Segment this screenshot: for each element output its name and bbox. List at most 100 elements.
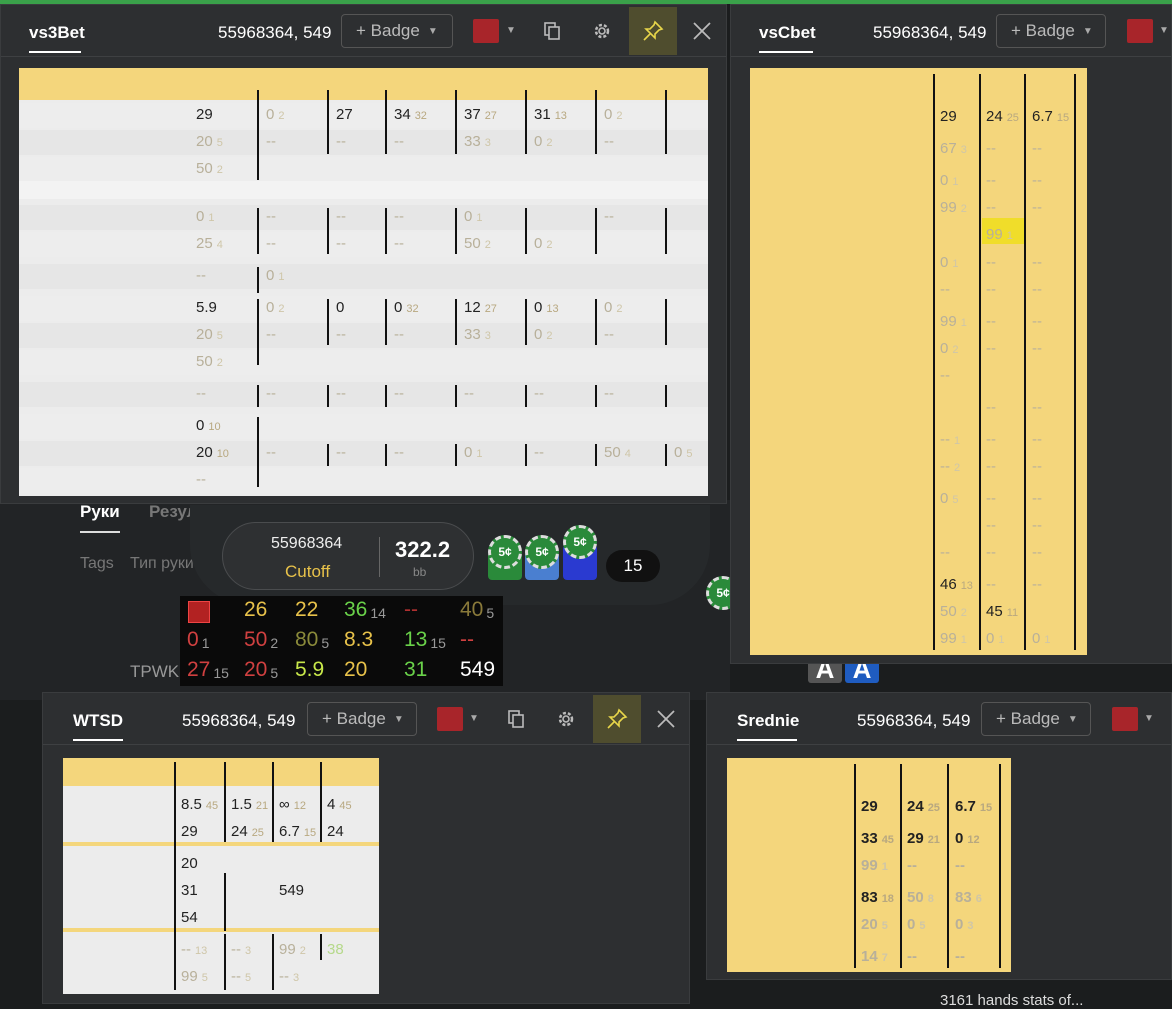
tags-filter[interactable]: Tags <box>80 555 114 573</box>
chevron-down-icon[interactable]: ▼ <box>469 713 479 724</box>
player-seat[interactable]: 55968364 Cutoff 322.2 bb <box>222 522 474 590</box>
title-underline <box>759 51 813 53</box>
column-divider <box>999 764 1001 968</box>
hud-color-marker[interactable] <box>188 601 210 623</box>
stat-cell: 0 12 <box>955 830 980 847</box>
stat-value: 0 <box>940 340 949 357</box>
hud-stat[interactable]: 27 15 <box>187 658 229 682</box>
hud-stat-value: -- <box>404 598 418 621</box>
stat-cell: 02 <box>534 133 552 150</box>
player-position: Cutoff <box>285 562 331 581</box>
stat-cell: -- <box>266 208 276 225</box>
stat-value: -- <box>464 385 474 402</box>
column-divider <box>979 74 981 650</box>
hud-stat[interactable]: 36 14 <box>344 598 386 622</box>
color-picker[interactable] <box>1112 707 1138 731</box>
hud-stat[interactable]: 20 5 <box>244 658 278 682</box>
chevron-down-icon: ▼ <box>393 713 404 725</box>
sample-count: 1 <box>1006 230 1013 242</box>
hud-stat[interactable]: -- <box>404 598 418 622</box>
popup-title[interactable]: Srednie <box>737 711 799 731</box>
chevron-down-icon[interactable]: ▼ <box>1144 713 1154 724</box>
stat-value: 0 <box>394 299 403 316</box>
sample-count: 25 <box>927 802 940 814</box>
stat-value: 0 <box>534 299 543 316</box>
stat-cell: 38 <box>327 941 344 958</box>
tab-hands[interactable]: Руки <box>80 502 120 522</box>
stat-value: -- <box>336 385 346 402</box>
color-picker[interactable] <box>1127 19 1153 43</box>
hud-stat[interactable]: 8.3 <box>344 628 373 652</box>
hud-stat[interactable]: 13 15 <box>404 628 446 652</box>
color-picker[interactable] <box>437 707 463 731</box>
column-divider <box>665 208 667 254</box>
hud-stat[interactable]: 50 2 <box>244 628 278 652</box>
sample-count: 3 <box>484 137 491 149</box>
gear-icon[interactable] <box>585 14 619 48</box>
stat-cell: -- <box>336 235 346 252</box>
sample-count: 3 <box>245 945 252 957</box>
pin-icon[interactable] <box>629 7 677 55</box>
add-badge-button[interactable]: + Badge ▼ <box>341 14 453 48</box>
hud-stat[interactable]: 31 <box>404 658 427 682</box>
stat-cell: 0 <box>336 299 344 316</box>
stat-cell: -- <box>336 133 346 150</box>
stat-value: 45 <box>986 603 1003 620</box>
sample-count: 5 <box>919 920 926 932</box>
sample-count: 5 <box>245 972 252 984</box>
hud-stat[interactable]: 80 5 <box>295 628 329 652</box>
stat-value: -- <box>1032 313 1042 330</box>
chevron-down-icon[interactable]: ▼ <box>1159 25 1169 36</box>
column-divider <box>385 208 387 254</box>
copy-icon[interactable] <box>535 14 569 48</box>
hud-stat[interactable]: 549 <box>460 658 495 682</box>
popup-title[interactable]: vsCbet <box>759 23 816 43</box>
hud-stat[interactable]: 01 <box>187 628 209 652</box>
hud-stat[interactable]: 40 5 <box>460 598 494 622</box>
copy-icon[interactable] <box>499 702 533 736</box>
add-badge-button[interactable]: + Badge ▼ <box>996 14 1106 48</box>
close-icon[interactable] <box>649 702 683 736</box>
stat-cell: 99 1 <box>940 630 967 647</box>
stat-value: 20 <box>196 326 213 343</box>
stat-value: 24 <box>986 108 1003 125</box>
sample-count: 10 <box>208 421 221 433</box>
popup-title[interactable]: WTSD <box>73 711 123 731</box>
sample-count: 5 <box>216 137 223 149</box>
stat-value: 0 <box>534 326 543 343</box>
hud-stat[interactable]: -- <box>460 628 474 652</box>
stat-value: 0 <box>464 208 473 225</box>
stat-cell: 6.7 15 <box>955 798 992 815</box>
chevron-down-icon[interactable]: ▼ <box>506 25 516 36</box>
stat-value: -- <box>986 490 996 507</box>
hud-sample-count: 15 <box>430 635 446 651</box>
color-picker[interactable] <box>473 19 499 43</box>
add-badge-button[interactable]: + Badge ▼ <box>307 702 417 736</box>
gear-icon[interactable] <box>549 702 583 736</box>
hud-stat[interactable]: 22 <box>295 598 318 622</box>
stat-cell: 25 4 <box>196 235 223 252</box>
hand-type-filter[interactable]: Тип руки <box>130 555 194 573</box>
column-divider <box>320 762 322 842</box>
pin-icon[interactable] <box>593 695 641 743</box>
hud-stat[interactable]: 26 <box>244 598 267 622</box>
column-divider <box>525 90 527 154</box>
table-row <box>19 264 708 289</box>
stat-cell: 01 <box>940 172 958 189</box>
popup-title[interactable]: vs3Bet <box>29 23 85 43</box>
stat-cell: -- <box>1032 254 1042 271</box>
chevron-down-icon: ▼ <box>1067 713 1078 725</box>
add-badge-button[interactable]: + Badge ▼ <box>981 702 1091 736</box>
stat-value: 8.5 <box>181 796 202 813</box>
close-icon[interactable] <box>685 14 719 48</box>
hud-stat[interactable]: 5.9 <box>295 658 324 682</box>
stat-cell: -- <box>196 267 206 284</box>
hud-stat-value: 36 <box>344 598 368 621</box>
stat-value: -- <box>940 458 950 475</box>
stat-value: -- <box>1032 172 1042 189</box>
column-divider <box>224 873 226 931</box>
stat-value: 99 <box>279 941 296 958</box>
hud-stat[interactable]: 20 <box>344 658 367 682</box>
stat-value: 0 <box>534 235 543 252</box>
title-underline <box>29 51 81 53</box>
